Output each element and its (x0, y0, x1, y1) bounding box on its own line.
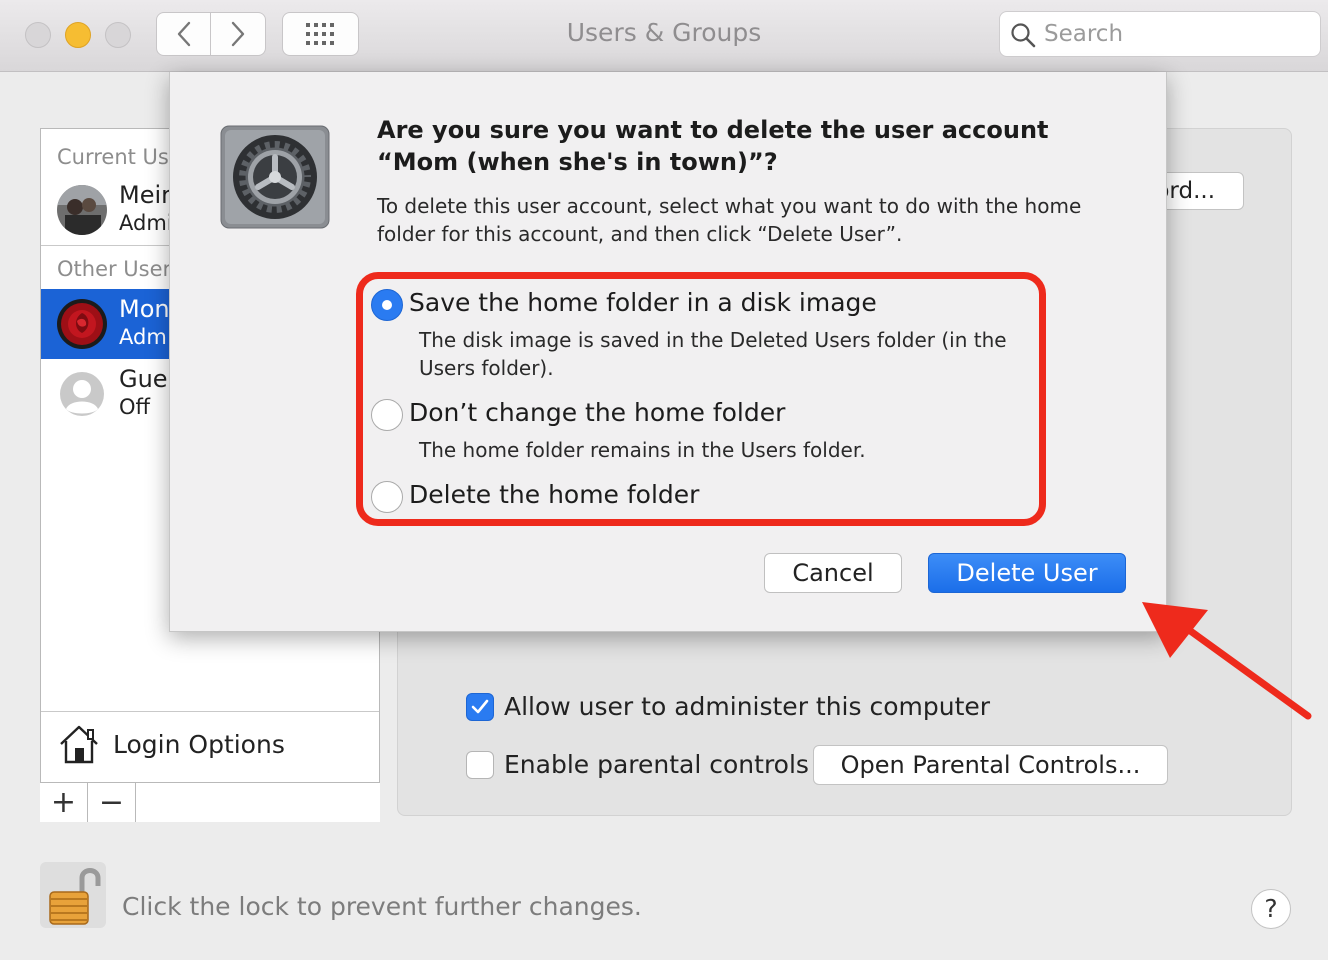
house-icon (60, 725, 98, 764)
dialog-description: To delete this user account, select what… (377, 194, 1082, 246)
lock-button[interactable] (40, 862, 106, 928)
parental-controls-checkbox[interactable] (466, 750, 494, 779)
user-name: Meir (119, 181, 172, 209)
option-label: Delete the home folder (409, 480, 700, 509)
radio-delete-home[interactable] (371, 481, 403, 513)
current-users-header: Current Us (57, 145, 169, 169)
option-label: Save the home folder in a disk image (409, 288, 877, 317)
dialog-title: Are you sure you want to delete the user… (377, 116, 1049, 176)
avatar (57, 369, 107, 419)
user-name: Gue (119, 365, 168, 393)
title-bar: Users & Groups (0, 0, 1328, 72)
gear-icon (220, 125, 330, 229)
option-description: The disk image is saved in the Deleted U… (419, 328, 1007, 380)
delete-user-sheet: Are you sure you want to delete the user… (169, 72, 1167, 632)
user-role: Adm (119, 325, 167, 349)
avatar (57, 299, 107, 349)
option-label: Don’t change the home folder (409, 398, 786, 427)
arrow-annotation-icon (1142, 602, 1312, 720)
help-button[interactable]: ? (1251, 889, 1291, 929)
allow-admin-label: Allow user to administer this computer (504, 692, 991, 721)
open-parental-controls-button[interactable]: Open Parental Controls... (813, 745, 1168, 785)
user-role: Admi (119, 211, 173, 235)
user-role: Off (119, 395, 150, 419)
search-icon (1011, 23, 1036, 48)
search-input[interactable] (1044, 18, 1304, 50)
login-options-label: Login Options (113, 730, 285, 759)
allow-admin-row[interactable]: Allow user to administer this computer (466, 692, 990, 721)
option-description: The home folder remains in the Users fol… (419, 438, 866, 462)
avatar (57, 185, 107, 235)
lock-icon (49, 868, 101, 925)
system-preferences-icon (219, 124, 331, 230)
radio-dont-change[interactable] (371, 399, 403, 431)
radio-save-disk-image[interactable] (371, 289, 403, 321)
login-options[interactable]: Login Options (41, 711, 379, 781)
search-field[interactable] (999, 11, 1321, 57)
add-remove-bar: + − (40, 782, 380, 822)
remove-user-button[interactable]: − (88, 783, 136, 822)
parental-controls-label: Enable parental controls (504, 750, 809, 779)
checkmark-icon (471, 699, 489, 713)
other-users-header: Other User (57, 257, 172, 281)
user-name: Mon (119, 295, 170, 323)
lock-status-text: Click the lock to prevent further change… (122, 892, 642, 921)
cancel-button[interactable]: Cancel (764, 553, 902, 593)
delete-user-button[interactable]: Delete User (928, 553, 1126, 593)
allow-admin-checkbox[interactable] (466, 692, 494, 721)
add-user-button[interactable]: + (40, 783, 88, 822)
parental-controls-row[interactable]: Enable parental controls (466, 750, 809, 779)
